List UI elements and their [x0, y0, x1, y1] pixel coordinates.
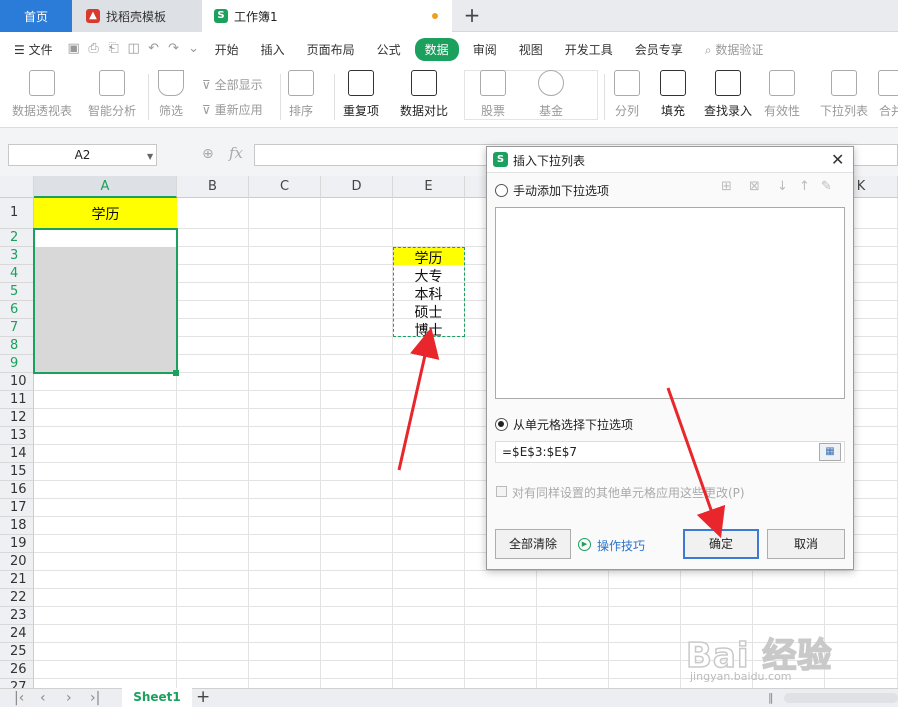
baidu-jingyan-watermark: Bai 经验 jingyan.baidu.com [685, 628, 886, 688]
annotation-arrow-to-list [397, 327, 440, 471]
annotation-arrows [397, 327, 726, 539]
watermark-url: jingyan.baidu.com [690, 670, 792, 683]
annotation-arrow-to-ok [666, 387, 726, 539]
